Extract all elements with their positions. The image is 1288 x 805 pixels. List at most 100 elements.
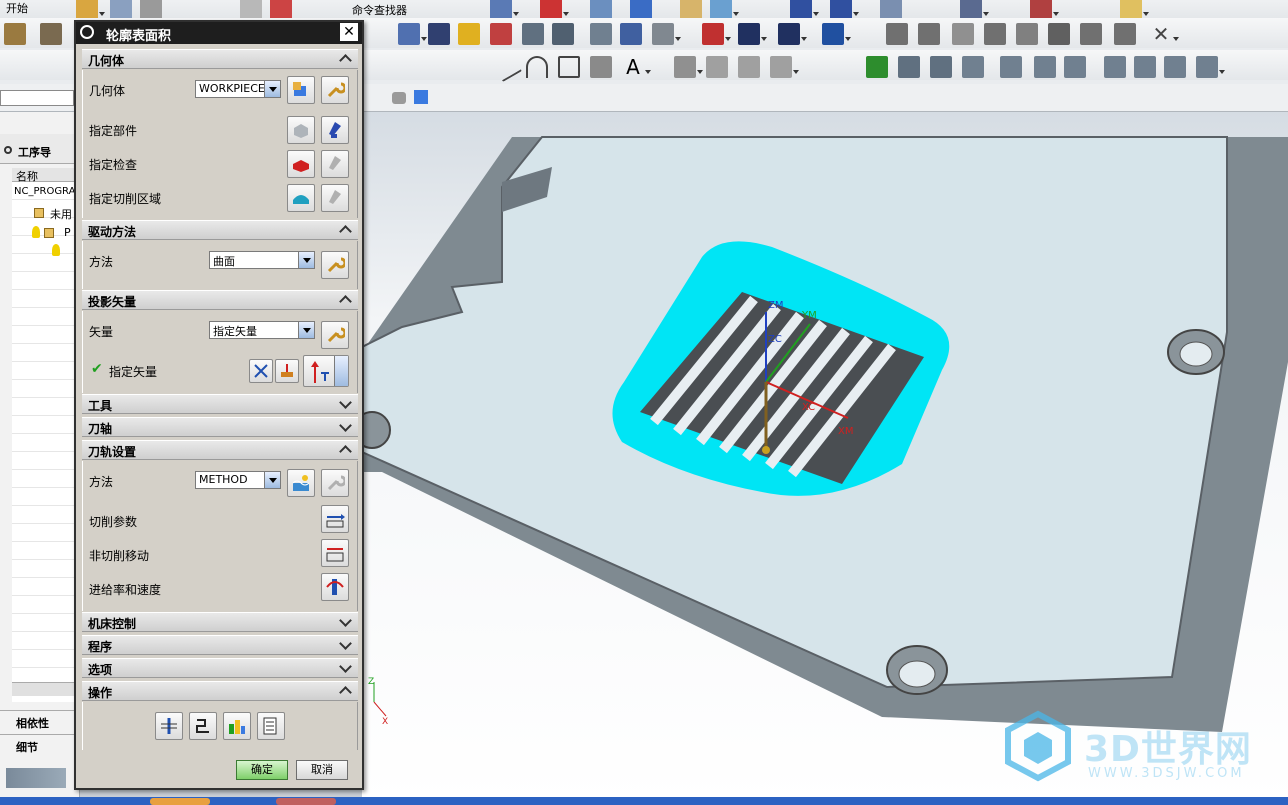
edit-drive-wrench-icon[interactable] (321, 251, 349, 279)
taskbar-app-2[interactable] (276, 798, 336, 805)
section-tool-axis-header[interactable]: 刀轴 (82, 417, 358, 437)
analysis-icon[interactable] (540, 0, 569, 20)
edit-vector-wrench-icon[interactable] (321, 321, 349, 349)
command-finder[interactable]: 命令查找器 (352, 2, 407, 18)
table-icon[interactable] (880, 0, 902, 20)
tree-item-program[interactable]: P (64, 226, 71, 239)
show-check-flashlight-icon[interactable] (321, 150, 349, 178)
section-path-header[interactable]: 刀轨设置 (82, 440, 358, 460)
geometry-select[interactable]: WORKPIECE (195, 80, 281, 98)
section-tool-header[interactable]: 工具 (82, 394, 358, 414)
mirror-icon[interactable] (886, 23, 908, 45)
cube-icon[interactable] (630, 0, 652, 20)
close-x-icon[interactable]: ✕ (1150, 23, 1179, 45)
line-icon[interactable] (491, 51, 523, 83)
start-menu-button[interactable]: 开始 (6, 0, 28, 16)
path-method-select[interactable]: METHOD (195, 471, 281, 489)
select-body-icon[interactable] (414, 90, 428, 104)
section-geometry-header[interactable]: 几何体 (82, 49, 358, 69)
copy-icon[interactable] (240, 0, 262, 20)
flag-icon[interactable] (738, 23, 767, 45)
ruler-icon[interactable] (1120, 0, 1149, 20)
timer-icon[interactable] (1164, 56, 1186, 78)
dialog-titlebar[interactable]: 轮廓表面积 ✕ (76, 22, 362, 44)
taskbar-app-1[interactable] (150, 798, 210, 805)
cut-params-button[interactable] (321, 505, 349, 533)
create-tool-icon[interactable] (40, 23, 62, 45)
show-cut-area-flashlight-icon[interactable] (321, 184, 349, 212)
list-button[interactable] (257, 712, 285, 740)
vector-dialog-button[interactable] (275, 359, 299, 383)
replay-icon[interactable] (428, 23, 450, 45)
specify-cut-area-button[interactable] (287, 184, 315, 212)
info-icon[interactable] (620, 23, 642, 45)
edit-geometry-wrench-icon[interactable] (321, 76, 349, 104)
filter-icon[interactable] (830, 0, 859, 20)
non-cut-moves-button[interactable] (321, 539, 349, 567)
method-icon[interactable] (1104, 56, 1126, 78)
edit-icon[interactable] (1114, 23, 1136, 45)
pattern-icon[interactable] (590, 56, 612, 78)
verify-button[interactable] (223, 712, 251, 740)
feed-icon[interactable] (1134, 56, 1156, 78)
new-geometry-button[interactable] (287, 76, 315, 104)
report-icon[interactable] (1064, 56, 1086, 78)
horizontal-scrollbar[interactable] (12, 682, 80, 696)
probe-icon[interactable] (822, 23, 851, 45)
output-icon[interactable] (552, 23, 574, 45)
geometry-view-icon[interactable] (930, 56, 952, 78)
render-style-icon[interactable] (490, 0, 519, 20)
sphere-icon[interactable] (1016, 23, 1038, 45)
text-icon[interactable]: A (622, 56, 651, 78)
tree-item-unused[interactable]: 未用 (50, 206, 72, 222)
section-projection-header[interactable]: 投影矢量 (82, 290, 358, 310)
ok-button[interactable]: 确定 (236, 760, 288, 780)
clock-icon[interactable] (652, 23, 681, 45)
generate-button[interactable] (155, 712, 183, 740)
verify-icon[interactable] (458, 23, 480, 45)
measure-icon[interactable] (1030, 0, 1059, 20)
transform-icon[interactable] (918, 23, 940, 45)
save-icon[interactable] (110, 0, 132, 20)
postprocess-icon[interactable] (490, 23, 512, 45)
generate-path-icon[interactable] (398, 23, 427, 45)
section-machine-control-header[interactable]: 机床控制 (82, 612, 358, 632)
edit-method-wrench-icon[interactable] (321, 469, 349, 497)
new-method-button[interactable] (287, 469, 315, 497)
specify-part-button[interactable] (287, 116, 315, 144)
operation-icon[interactable] (898, 56, 920, 78)
layer-icon[interactable] (680, 0, 702, 20)
close-icon[interactable]: ✕ (340, 23, 358, 41)
dependency-panel[interactable]: 相依性 (0, 710, 80, 732)
replay-button[interactable] (189, 712, 217, 740)
arc-icon[interactable] (526, 56, 548, 78)
solid-icon[interactable] (1080, 23, 1102, 45)
offset-icon[interactable] (952, 23, 974, 45)
list-icon[interactable] (590, 23, 612, 45)
specify-check-button[interactable] (287, 150, 315, 178)
grid-icon[interactable] (962, 56, 984, 78)
type-filter-select[interactable] (0, 90, 74, 106)
diamond-icon[interactable] (960, 0, 989, 20)
point-icon[interactable] (984, 23, 1006, 45)
create-program-icon[interactable] (4, 23, 26, 45)
section-program-header[interactable]: 程序 (82, 635, 358, 655)
block-icon[interactable] (1048, 23, 1070, 45)
details-panel[interactable]: 细节 (0, 734, 80, 756)
surface-icon[interactable] (674, 56, 703, 78)
simulate-icon[interactable] (1034, 56, 1056, 78)
vector-type-dropdown[interactable] (303, 355, 349, 387)
select-part-icon[interactable] (392, 92, 406, 104)
curve-icon[interactable] (706, 56, 728, 78)
show-part-flashlight-icon[interactable] (321, 116, 349, 144)
flag-fill-icon[interactable] (778, 23, 807, 45)
view-icon[interactable] (590, 0, 612, 20)
shop-doc-icon[interactable] (522, 23, 544, 45)
settings-gear-icon[interactable] (80, 25, 94, 39)
graphics-viewport[interactable]: ZM YM XM ZC XC X Z 3D世界网 WWW.3DSJW.COM (353, 112, 1288, 805)
more-icon[interactable] (1196, 56, 1225, 78)
column-header[interactable]: 名称 (12, 168, 80, 183)
section-drive-header[interactable]: 驱动方法 (82, 220, 358, 240)
machine-icon[interactable] (1000, 56, 1022, 78)
shade-icon[interactable] (710, 0, 739, 20)
